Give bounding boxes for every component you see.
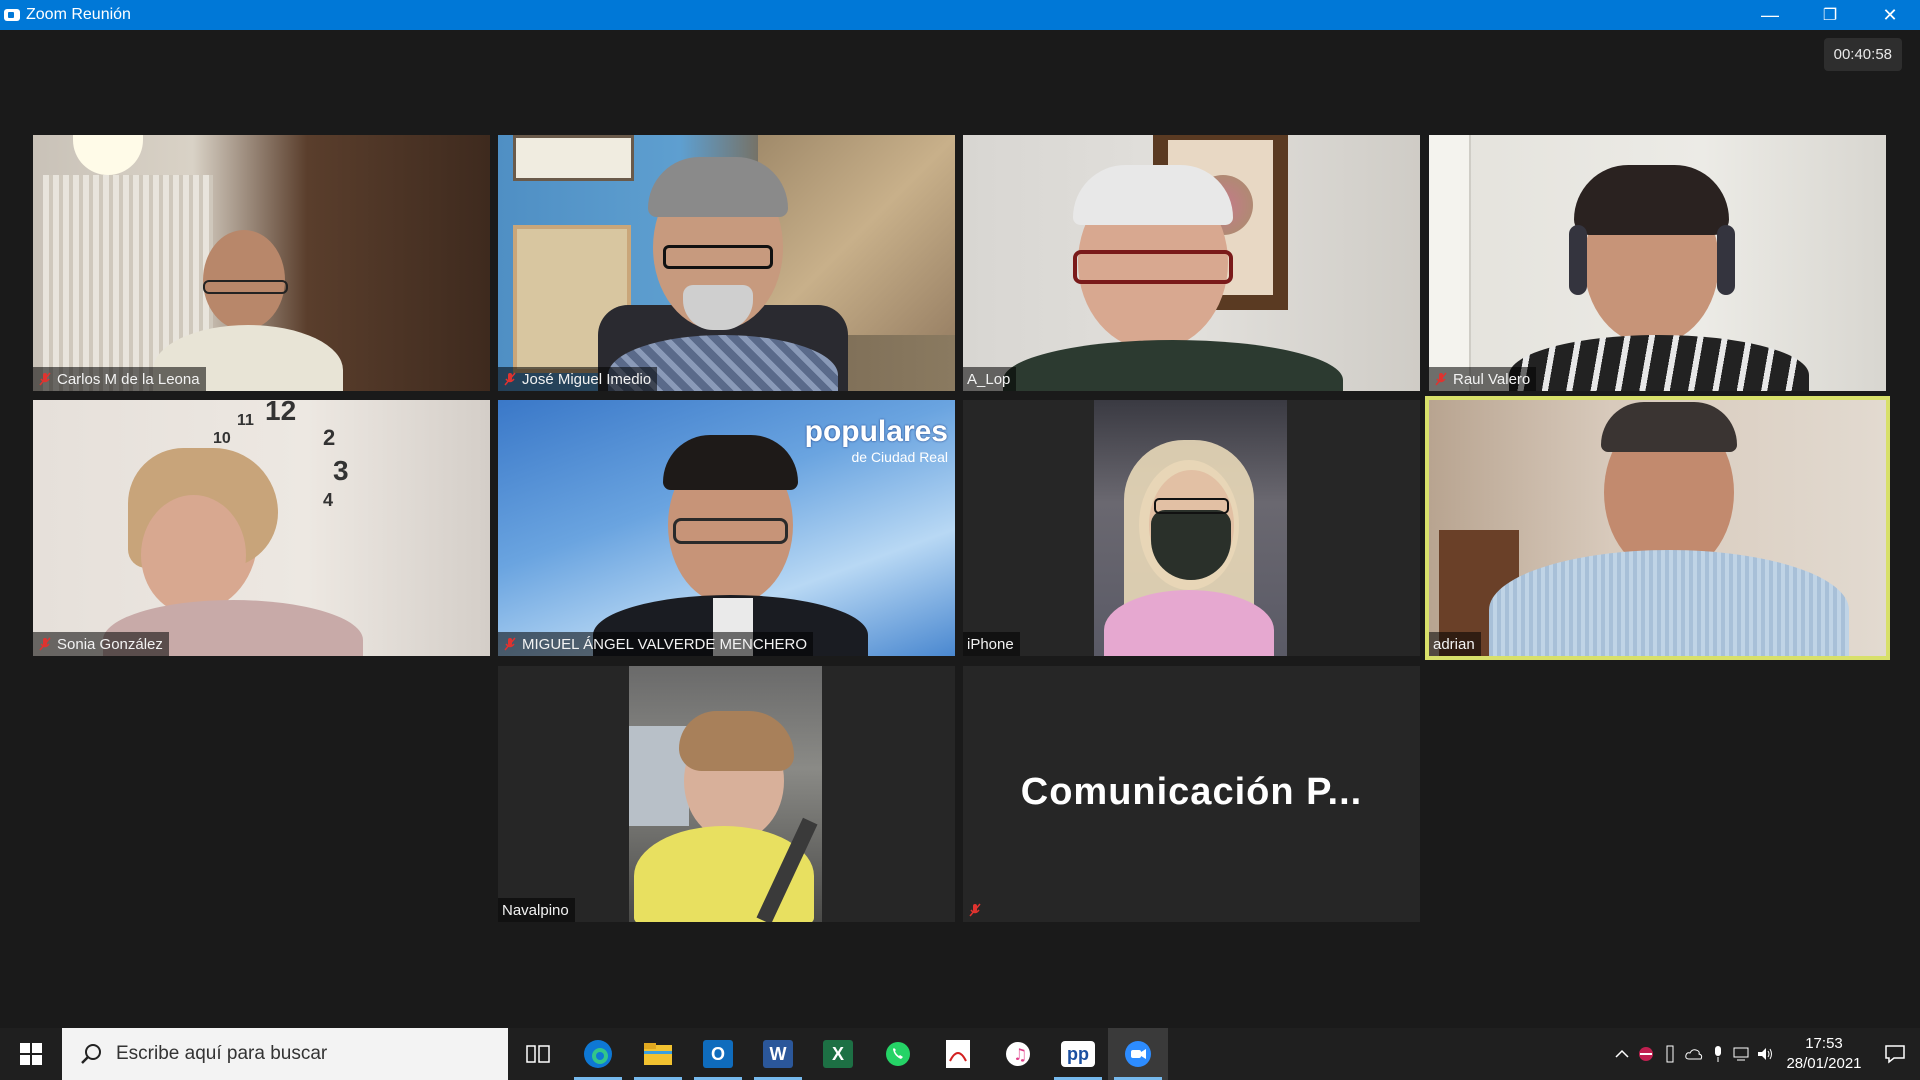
participant-display-name: Comunicación P... bbox=[1020, 771, 1363, 813]
participant-name: MIGUEL ÁNGEL VALVERDE MENCHERO bbox=[522, 635, 808, 653]
participant-name-tag: iPhone bbox=[963, 632, 1020, 656]
taskbar-acrobat[interactable] bbox=[928, 1028, 988, 1080]
taskbar-zoom[interactable] bbox=[1108, 1028, 1168, 1080]
mic-muted-icon bbox=[39, 637, 51, 651]
taskbar-outlook[interactable]: O bbox=[688, 1028, 748, 1080]
windows-logo-icon bbox=[20, 1043, 42, 1065]
zoom-icon bbox=[1125, 1041, 1151, 1067]
meeting-timer: 00:40:58 bbox=[1823, 38, 1902, 71]
participant-name: Navalpino bbox=[502, 901, 569, 919]
participant-name-tag: Raul Valero bbox=[1429, 367, 1537, 391]
participant-name: adrian bbox=[1433, 635, 1475, 653]
task-view-button[interactable] bbox=[508, 1028, 568, 1080]
windows-taskbar: Escribe aquí para buscar O W X ♫ pp 17:5… bbox=[0, 1028, 1920, 1080]
mic-muted-icon bbox=[1435, 372, 1447, 386]
close-button[interactable]: ✕ bbox=[1860, 0, 1920, 30]
video-tile-jose-miguel[interactable]: José Miguel Imedio bbox=[498, 135, 955, 391]
chevron-up-icon bbox=[1615, 1049, 1629, 1058]
tray-onedrive[interactable] bbox=[1682, 1028, 1706, 1080]
cloud-icon bbox=[1685, 1049, 1703, 1060]
video-tile-iphone[interactable]: iPhone bbox=[963, 400, 1420, 656]
microphone-icon bbox=[1715, 1046, 1721, 1062]
taskbar-clock[interactable]: 17:53 28/01/2021 bbox=[1778, 1034, 1870, 1074]
system-tray: 17:53 28/01/2021 bbox=[1610, 1028, 1920, 1080]
taskbar-itunes[interactable]: ♫ bbox=[988, 1028, 1048, 1080]
participant-name: iPhone bbox=[967, 635, 1014, 653]
globe-icon bbox=[1639, 1047, 1653, 1061]
participant-name: José Miguel Imedio bbox=[522, 370, 652, 388]
participant-name-tag: adrian bbox=[1429, 632, 1481, 656]
background-logo: populares de Ciudad Real bbox=[804, 415, 948, 465]
taskbar-word[interactable]: W bbox=[748, 1028, 808, 1080]
video-tile-adrian-active-speaker[interactable]: adrian bbox=[1425, 396, 1890, 660]
clock-time: 17:53 bbox=[1805, 1035, 1843, 1052]
video-tile-carlos[interactable]: Carlos M de la Leona bbox=[33, 135, 490, 391]
participant-name-tag: Carlos M de la Leona bbox=[33, 367, 206, 391]
search-icon bbox=[81, 1044, 101, 1064]
participant-name-tag: Sonia González bbox=[33, 632, 169, 656]
participant-name-tag: Navalpino bbox=[498, 898, 575, 922]
whatsapp-icon bbox=[886, 1042, 910, 1066]
usb-icon bbox=[1666, 1045, 1674, 1063]
participant-name-tag bbox=[963, 898, 989, 922]
taskbar-search[interactable]: Escribe aquí para buscar bbox=[62, 1028, 508, 1080]
show-hidden-icons-button[interactable] bbox=[1610, 1028, 1634, 1080]
tray-network[interactable] bbox=[1730, 1028, 1754, 1080]
volume-icon bbox=[1758, 1048, 1772, 1060]
task-view-icon bbox=[526, 1045, 550, 1063]
video-tile-a-lop[interactable]: A_Lop bbox=[963, 135, 1420, 391]
maximize-button[interactable]: ❐ bbox=[1800, 0, 1860, 30]
participant-name-tag: José Miguel Imedio bbox=[498, 367, 658, 391]
excel-icon: X bbox=[823, 1040, 853, 1068]
window-titlebar: Zoom Reunión — ❐ ✕ bbox=[0, 0, 1920, 30]
participant-name-tag: A_Lop bbox=[963, 367, 1017, 391]
participant-name: Carlos M de la Leona bbox=[57, 370, 200, 388]
video-feed bbox=[629, 666, 822, 922]
taskbar-excel[interactable]: X bbox=[808, 1028, 868, 1080]
mic-muted-icon bbox=[969, 903, 981, 917]
search-placeholder: Escribe aquí para buscar bbox=[116, 1043, 328, 1064]
word-icon: W bbox=[763, 1040, 793, 1068]
mic-muted-icon bbox=[504, 637, 516, 651]
video-tile-raul-valero[interactable]: Raul Valero bbox=[1429, 135, 1886, 391]
participant-name: Raul Valero bbox=[1453, 370, 1531, 388]
taskbar-file-explorer[interactable] bbox=[628, 1028, 688, 1080]
video-tile-comunicacion[interactable]: Comunicación P... bbox=[963, 666, 1420, 922]
video-feed bbox=[1094, 400, 1287, 656]
clock-date: 28/01/2021 bbox=[1786, 1055, 1862, 1072]
window-controls: — ❐ ✕ bbox=[1740, 0, 1920, 30]
outlook-icon: O bbox=[703, 1040, 733, 1068]
start-button[interactable] bbox=[0, 1028, 62, 1080]
tray-microphone[interactable] bbox=[1706, 1028, 1730, 1080]
svg-text:♫: ♫ bbox=[1013, 1045, 1027, 1064]
taskbar-edge[interactable] bbox=[568, 1028, 628, 1080]
video-tile-miguel-angel[interactable]: populares de Ciudad Real MIGUEL ÁNGEL VA… bbox=[498, 400, 955, 656]
taskbar-whatsapp[interactable] bbox=[868, 1028, 928, 1080]
window-title: Zoom Reunión bbox=[26, 6, 131, 23]
zoom-app-icon bbox=[4, 9, 20, 21]
tray-app-icon[interactable] bbox=[1634, 1028, 1658, 1080]
participant-name-tag: MIGUEL ÁNGEL VALVERDE MENCHERO bbox=[498, 632, 814, 656]
taskbar-pp[interactable]: pp bbox=[1048, 1028, 1108, 1080]
tray-volume[interactable] bbox=[1754, 1028, 1778, 1080]
network-icon bbox=[1733, 1047, 1749, 1061]
acrobat-icon bbox=[946, 1040, 970, 1068]
folder-icon bbox=[644, 1043, 672, 1065]
notification-icon bbox=[1885, 1045, 1905, 1064]
action-center-button[interactable] bbox=[1870, 1028, 1920, 1080]
mic-muted-icon bbox=[39, 372, 51, 386]
mic-muted-icon bbox=[504, 372, 516, 386]
edge-icon bbox=[584, 1040, 612, 1068]
video-tile-navalpino[interactable]: Navalpino bbox=[498, 666, 955, 922]
itunes-icon: ♫ bbox=[1006, 1042, 1030, 1066]
minimize-button[interactable]: — bbox=[1740, 0, 1800, 30]
pp-logo-icon: pp bbox=[1061, 1041, 1095, 1067]
participant-name: A_Lop bbox=[967, 370, 1011, 388]
participant-name: Sonia González bbox=[57, 635, 163, 653]
video-tile-sonia-gonzalez[interactable]: 12 2 3 4 10 11 Sonia González bbox=[33, 400, 490, 656]
tray-usb[interactable] bbox=[1658, 1028, 1682, 1080]
